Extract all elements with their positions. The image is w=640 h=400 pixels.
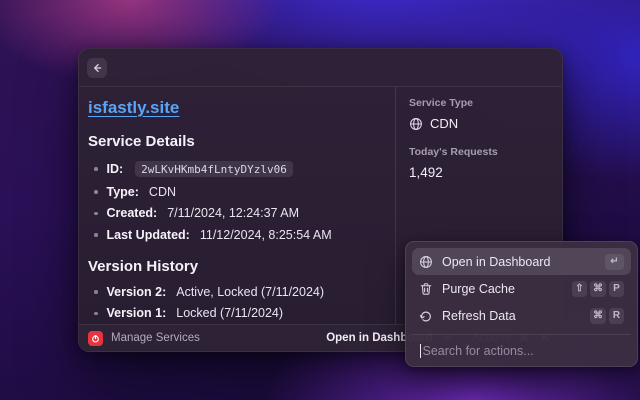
- list-item: Type: CDN: [94, 186, 381, 199]
- item-label: Created:: [107, 207, 158, 220]
- bullet-dot: [94, 312, 98, 316]
- item-value: 7/11/2024, 12:24:37 AM: [167, 207, 299, 220]
- title-bar: [79, 49, 562, 87]
- rotate-ccw-icon: [419, 309, 433, 323]
- action-label: Open in Dashboard: [442, 255, 596, 269]
- todays-requests-label: Today's Requests: [409, 146, 552, 158]
- bullet-dot: [94, 233, 98, 237]
- service-id-value: 2wLKvHKmb4fLntyDYzlv06: [135, 161, 293, 177]
- item-value: Active, Locked (7/11/2024): [176, 286, 324, 299]
- detail-main-column: isfastly.site Service Details ID: 2wLKvH…: [79, 87, 395, 324]
- shortcut-keys: ⇧ ⌘ P: [572, 281, 624, 297]
- item-value: 11/12/2024, 8:25:54 AM: [200, 229, 332, 242]
- version-history-list: Version 2: Active, Locked (7/11/2024) Ve…: [88, 286, 381, 321]
- shift-key-icon: ⇧: [572, 281, 587, 297]
- item-label: Type:: [107, 186, 139, 199]
- service-title-link[interactable]: isfastly.site: [88, 98, 179, 118]
- service-type-value-row: CDN: [409, 116, 552, 131]
- bullet-dot: [94, 190, 98, 194]
- globe-icon: [419, 255, 433, 269]
- service-details-heading: Service Details: [88, 133, 381, 150]
- globe-icon: [409, 117, 423, 131]
- back-button[interactable]: [87, 58, 107, 78]
- list-item: Version 2: Active, Locked (7/11/2024): [94, 286, 381, 299]
- actions-search-row: [412, 334, 631, 366]
- item-label: Version 2:: [107, 286, 167, 299]
- service-type-value: CDN: [430, 116, 458, 131]
- arrow-left-icon: [91, 62, 103, 74]
- item-value: CDN: [149, 186, 176, 199]
- action-refresh-data[interactable]: Refresh Data ⌘ R: [412, 302, 631, 329]
- actions-search-input[interactable]: [422, 344, 623, 358]
- p-key-icon: P: [609, 281, 624, 297]
- action-label: Purge Cache: [442, 282, 563, 296]
- item-label: Last Updated:: [107, 229, 190, 242]
- action-open-in-dashboard[interactable]: Open in Dashboard ↵: [412, 248, 631, 275]
- return-key-icon: ↵: [605, 254, 624, 270]
- item-value: Locked (7/11/2024): [176, 307, 283, 320]
- shortcut-keys: ↵: [605, 254, 624, 270]
- todays-requests-value: 1,492: [409, 165, 552, 180]
- extension-name: Manage Services: [111, 332, 318, 344]
- bullet-dot: [94, 167, 98, 171]
- item-label: Version 1:: [107, 307, 167, 320]
- r-key-icon: R: [609, 308, 624, 324]
- list-item: ID: 2wLKvHKmb4fLntyDYzlv06: [94, 161, 381, 177]
- shortcut-keys: ⌘ R: [590, 308, 624, 324]
- service-details-list: ID: 2wLKvHKmb4fLntyDYzlv06 Type: CDN Cre…: [88, 161, 381, 242]
- bullet-dot: [94, 290, 98, 294]
- trash-icon: [419, 282, 433, 296]
- text-caret: [420, 344, 421, 358]
- action-purge-cache[interactable]: Purge Cache ⇧ ⌘ P: [412, 275, 631, 302]
- command-key-icon: ⌘: [590, 281, 606, 297]
- command-key-icon: ⌘: [590, 308, 606, 324]
- bullet-dot: [94, 212, 98, 216]
- list-item: Version 1: Locked (7/11/2024): [94, 307, 381, 320]
- list-item: Last Updated: 11/12/2024, 8:25:54 AM: [94, 229, 381, 242]
- action-label: Refresh Data: [442, 309, 581, 323]
- service-type-label: Service Type: [409, 97, 552, 109]
- version-history-heading: Version History: [88, 258, 381, 275]
- fastly-app-icon: [88, 331, 103, 346]
- item-label: ID:: [107, 163, 124, 176]
- list-item: Created: 7/11/2024, 12:24:37 AM: [94, 207, 381, 220]
- actions-popover: Open in Dashboard ↵ Purge Cache ⇧ ⌘ P Re…: [405, 241, 638, 367]
